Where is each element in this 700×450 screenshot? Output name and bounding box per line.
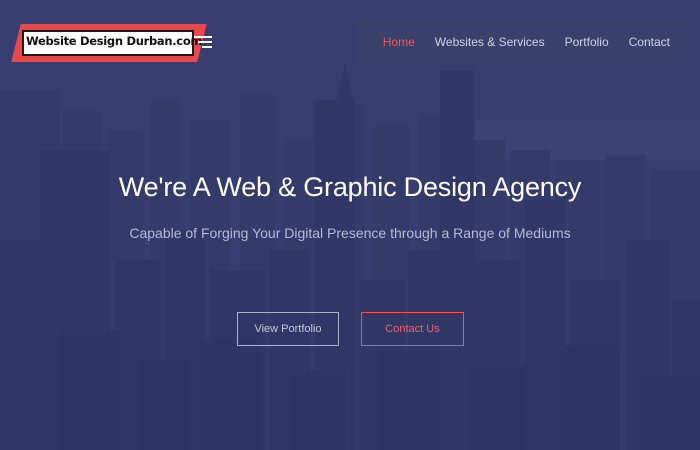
logo-text: Website Design Durban.com — [26, 34, 203, 48]
contact-us-button[interactable]: Contact Us — [361, 312, 464, 346]
view-portfolio-button[interactable]: View Portfolio — [237, 312, 339, 346]
hero-subtitle: Capable of Forging Your Digital Presence… — [129, 225, 571, 241]
site-logo[interactable]: Website Design Durban.com — [11, 24, 212, 62]
nav-item-portfolio[interactable]: Portfolio — [565, 35, 609, 49]
main-nav: Home Websites & Services Portfolio Conta… — [358, 20, 688, 64]
hero-title: We're A Web & Graphic Design Agency — [118, 172, 582, 202]
hero-section: Website Design Durban.com Home Websites … — [0, 0, 700, 450]
site-header: Website Design Durban.com Home Websites … — [0, 0, 700, 66]
logo-speed-lines-icon — [192, 33, 212, 53]
nav-item-contact[interactable]: Contact — [629, 35, 670, 49]
nav-item-home[interactable]: Home — [383, 35, 415, 49]
nav-item-websites-services[interactable]: Websites & Services — [435, 35, 545, 49]
